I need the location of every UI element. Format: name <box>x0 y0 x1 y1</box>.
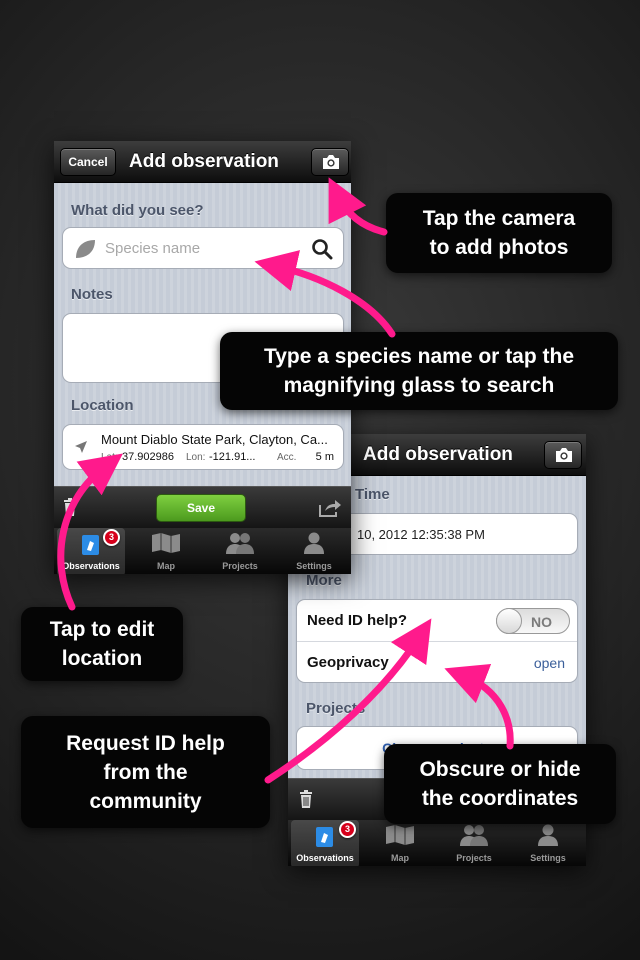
callout-camera-line2: to add photos <box>429 236 569 259</box>
species-section-label: What did you see? <box>71 202 204 219</box>
id-help-toggle[interactable]: NO <box>496 608 570 634</box>
time-field[interactable]: 10, 2012 12:35:38 PM <box>342 513 578 555</box>
species-search-field[interactable]: Species name <box>62 227 344 269</box>
lon-label: Lon: <box>186 452 206 463</box>
map-icon <box>386 825 414 845</box>
screen1-nav-title: Add observation <box>129 151 279 172</box>
callout-id-help: Request ID help from the community <box>21 716 270 828</box>
toggle-knob <box>496 608 522 634</box>
callout-location-line1: Tap to edit <box>49 618 155 641</box>
screen2-tab-projects[interactable]: Projects <box>442 820 506 866</box>
screen1-observations-badge: 3 <box>103 529 120 546</box>
screen1-tab-map-label: Map <box>157 561 175 571</box>
lat-value: 37.902986 <box>122 451 174 463</box>
callout-camera: Tap the camera to add photos <box>386 193 612 273</box>
screen1-navbar: Cancel Add observation <box>54 141 351 183</box>
screen1-tabbar: 3 Observations Map Projects Settings <box>54 528 351 574</box>
screen2-tab-projects-label: Projects <box>456 853 492 863</box>
callout-id-help-line3: community <box>89 790 202 813</box>
screen1-tab-observations[interactable]: 3 Observations <box>57 528 125 574</box>
cancel-button[interactable]: Cancel <box>60 148 116 176</box>
screen2-tab-map[interactable]: Map <box>368 820 432 866</box>
save-button[interactable]: Save <box>156 494 246 522</box>
lon-value: -121.91... <box>209 451 256 463</box>
projects-label: Projects <box>306 700 366 717</box>
screen1-tab-settings[interactable]: Settings <box>282 528 346 574</box>
screen2-tab-observations-label: Observations <box>296 853 354 863</box>
time-label: Time <box>355 486 390 503</box>
screen2-observations-badge: 3 <box>339 821 356 838</box>
species-input-placeholder: Species name <box>105 240 201 257</box>
callout-id-help-line2: from the <box>103 761 188 784</box>
location-arrow-icon <box>75 441 87 453</box>
acc-label: Acc. <box>277 452 297 463</box>
settings-icon <box>538 824 558 846</box>
projects-icon <box>460 825 488 846</box>
location-place: Mount Diablo State Park, Clayton, Ca... <box>101 432 328 447</box>
screen1-toolbar: Save <box>54 486 351 528</box>
projects-icon <box>226 533 254 554</box>
callout-camera-line1: Tap the camera <box>422 207 576 230</box>
trash-icon[interactable] <box>299 790 313 808</box>
screen2-camera-button[interactable] <box>544 441 582 469</box>
share-icon[interactable] <box>319 499 341 517</box>
screen1-tab-projects[interactable]: Projects <box>208 528 272 574</box>
more-label: More <box>306 572 342 589</box>
geoprivacy-label: Geoprivacy <box>307 654 389 671</box>
screen1-tab-map[interactable]: Map <box>134 528 198 574</box>
callout-location: Tap to edit location <box>21 607 183 681</box>
location-field[interactable]: Mount Diablo State Park, Clayton, Ca... … <box>62 424 344 470</box>
callout-species: Type a species name or tap the magnifyin… <box>220 332 618 410</box>
observations-icon <box>82 535 99 555</box>
acc-value: 5 m <box>315 451 334 463</box>
id-help-row[interactable]: Need ID help? NO <box>297 600 577 642</box>
callout-geoprivacy: Obscure or hide the coordinates <box>384 744 616 824</box>
location-label: Location <box>71 397 134 414</box>
callout-location-line2: location <box>61 647 143 670</box>
callout-geoprivacy-line1: Obscure or hide <box>419 758 581 781</box>
trash-icon[interactable] <box>63 498 77 516</box>
screen2-tab-map-label: Map <box>391 853 409 863</box>
screen2-tab-settings-label: Settings <box>530 853 566 863</box>
camera-icon <box>323 155 339 169</box>
callout-id-help-line1: Request ID help <box>66 732 225 755</box>
leaf-icon <box>76 240 95 258</box>
screen2-tab-settings[interactable]: Settings <box>516 820 580 866</box>
notes-label: Notes <box>71 286 113 303</box>
screen2-nav-title: Add observation <box>363 444 513 465</box>
screen2-tabbar: 3 Observations Map Projects Settings <box>288 820 586 866</box>
camera-icon <box>556 448 572 462</box>
save-button-label: Save <box>186 501 216 515</box>
settings-icon <box>304 532 324 554</box>
id-help-label: Need ID help? <box>307 612 408 629</box>
observations-icon <box>316 827 333 847</box>
screen1-tab-observations-label: Observations <box>62 561 120 571</box>
id-help-toggle-text: NO <box>531 614 552 630</box>
geoprivacy-value: open <box>533 655 565 671</box>
screen1-camera-button[interactable] <box>311 148 349 176</box>
callout-geoprivacy-line2: the coordinates <box>421 787 579 810</box>
screen1-tab-settings-label: Settings <box>296 561 332 571</box>
callout-species-line1: Type a species name or tap the <box>263 345 575 368</box>
more-group: Need ID help? NO Geoprivacy open <box>296 599 578 683</box>
screen1-tab-projects-label: Projects <box>222 561 258 571</box>
geoprivacy-row[interactable]: Geoprivacy open <box>297 642 577 684</box>
map-icon <box>152 533 180 553</box>
screen2-tab-observations[interactable]: 3 Observations <box>291 820 359 866</box>
lat-label: Lat: <box>101 452 118 463</box>
callout-species-line2: magnifying glass to search <box>283 374 555 397</box>
time-value: 10, 2012 12:35:38 PM <box>357 527 485 542</box>
search-icon[interactable] <box>311 238 333 260</box>
